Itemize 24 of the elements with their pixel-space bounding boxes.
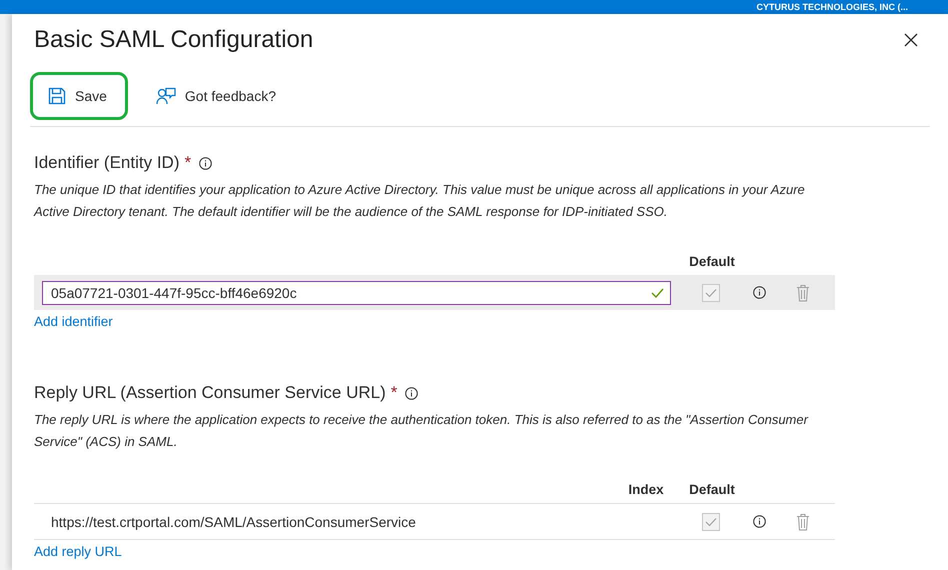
column-header: Default [689,254,735,269]
column-header: Index [628,482,664,497]
save-icon [48,87,66,105]
info-icon[interactable] [752,515,766,528]
info-icon[interactable] [752,286,766,299]
tenant-name: CYTURUS TECHNOLOGIES, INC (... [756,2,908,12]
trash-icon[interactable] [796,512,810,530]
close-icon[interactable] [904,33,918,47]
section-heading: Reply URL (Assertion Consumer Service URL) [34,383,386,403]
section-description: The unique ID that identifies your application to Azure Active Directory. This value must be unique across all applications in your Azure Active Directory tenant. The default identifier will be the audience of the SAML response for IDP-initiated SSO. [34,181,806,221]
required-asterisk: * [390,383,398,403]
add-link[interactable]: Add reply URL [34,544,122,559]
section-description: The reply URL is where the application expects to receive the authentication token. This is also referred to as the "Assertion Consumer Service" (ACS) in SAML. [34,411,810,451]
panel-title: Basic SAML Configuration [34,26,314,54]
info-icon[interactable] [405,386,418,400]
column-header: Default [689,482,735,497]
identifier-input[interactable]: 05a07721-0301-447f-95cc-bff46e6920c [42,280,671,304]
required-asterisk: * [184,153,192,173]
feedback-icon [156,87,176,105]
section-heading: Identifier (Entity ID) [34,153,180,173]
save-button[interactable]: Save [30,72,128,120]
reply-url: https://test.crtportal.com/SAML/AssertionConsumerService [50,514,417,530]
info-icon[interactable] [199,156,212,170]
add-link[interactable]: Add identifier [34,314,113,329]
